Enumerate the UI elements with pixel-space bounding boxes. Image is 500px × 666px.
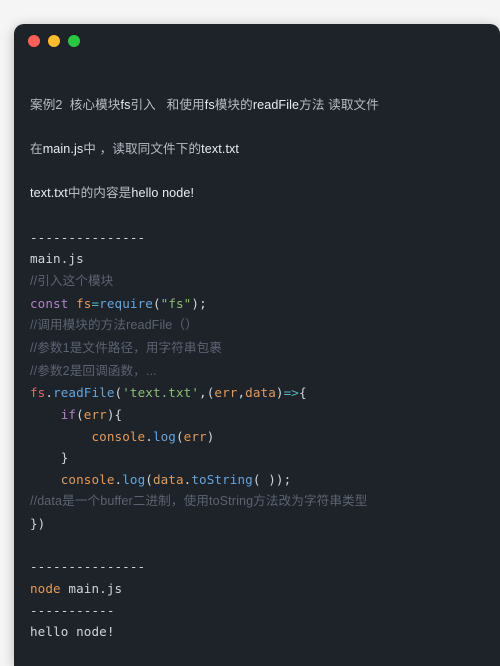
zoom-icon[interactable] (68, 35, 80, 47)
window-titlebar (14, 24, 500, 58)
comment-import: //引入这个模块 (30, 274, 113, 288)
terminal-content: 案例2 核心模块fs引入 和使用fs模块的readFile方法 读取文件 在ma… (14, 58, 500, 666)
comment-arg2: //参数2是回调函数，... (30, 364, 157, 378)
minimize-icon[interactable] (48, 35, 60, 47)
code-require: const fs=require("fs"); (30, 296, 207, 311)
code-readfile-call: fs.readFile('text.txt',(err,data)=>{ (30, 385, 307, 400)
code-close-call: }) (30, 516, 45, 531)
comment-arg1: //参数1是文件路径，用字符串包裹 (30, 341, 222, 355)
heading-line-3: text.txt中的内容是hello node! (30, 186, 194, 200)
filename-label: main.js (30, 251, 84, 266)
code-if: if(err){ (30, 407, 122, 422)
heading-line-1: 案例2 核心模块fs引入 和使用fs模块的readFile方法 读取文件 (30, 98, 379, 112)
output-line: hello node! (30, 624, 115, 639)
command-line: node main.js (30, 581, 122, 596)
code-log-err: console.log(err) (30, 429, 214, 444)
close-icon[interactable] (28, 35, 40, 47)
code-log-data: console.log(data.toString( )); (30, 472, 291, 487)
comment-buffer: //data是一个buffer二进制，使用toString方法改为字符串类型 (30, 494, 367, 508)
divider: --------------- (30, 230, 145, 245)
terminal-window: 案例2 核心模块fs引入 和使用fs模块的readFile方法 读取文件 在ma… (14, 24, 500, 666)
divider: ----------- (30, 603, 115, 618)
divider: --------------- (30, 559, 145, 574)
code-close-if: } (30, 450, 68, 465)
heading-line-2: 在main.js中 ，读取同文件下的text.txt (30, 142, 239, 156)
comment-readfile: //调用模块的方法readFile（） (30, 318, 198, 332)
